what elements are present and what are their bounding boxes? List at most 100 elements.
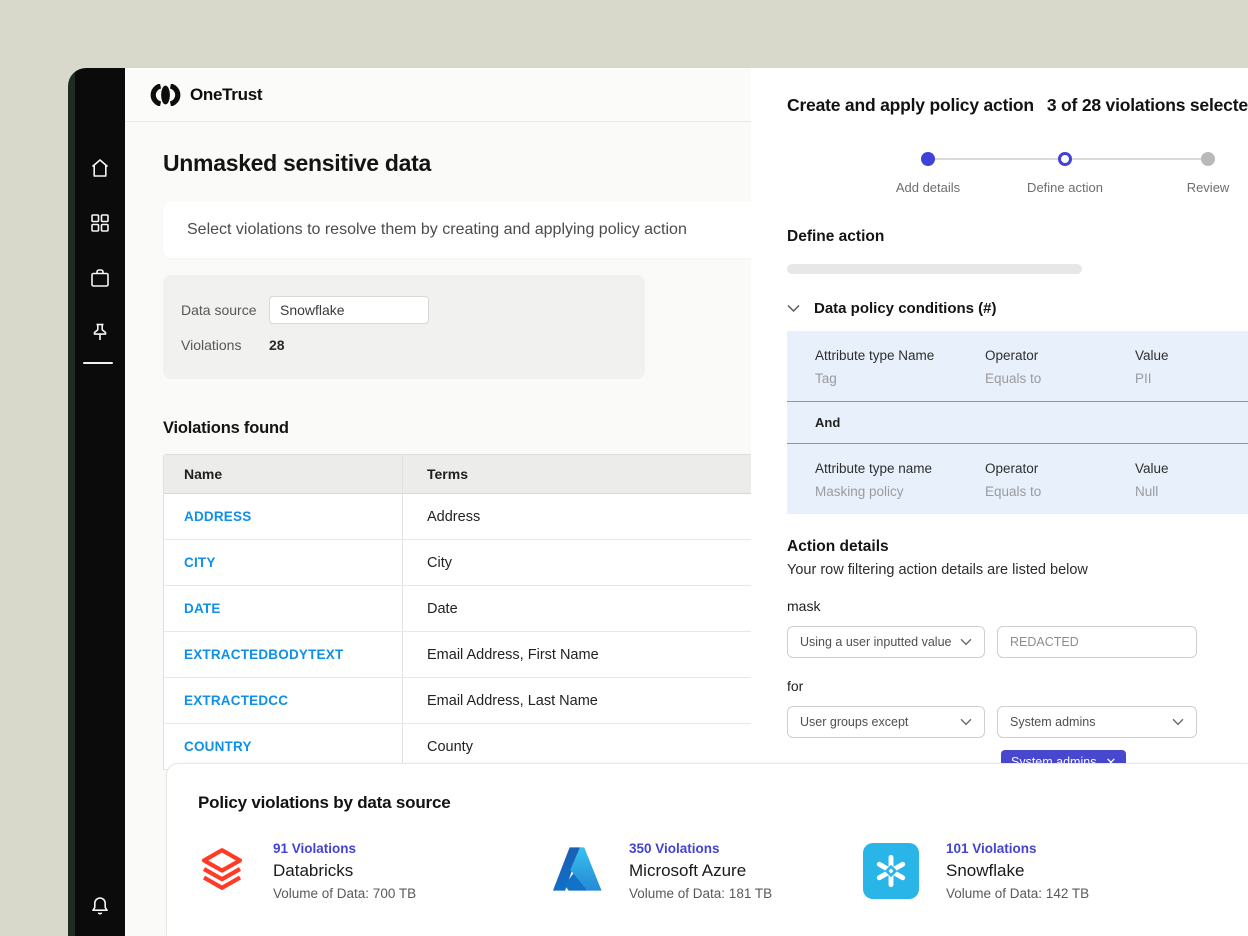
condition-attr-header: Attribute type name <box>815 461 985 476</box>
step-connector <box>1072 158 1208 160</box>
databricks-icon <box>198 845 246 898</box>
step-dot-define-action[interactable] <box>1058 152 1072 166</box>
condition-attr-value: Tag <box>815 371 985 386</box>
data-source-label: Data source <box>181 302 269 318</box>
brand-name: OneTrust <box>190 85 262 105</box>
mask-method-select[interactable]: Using a user inputted value <box>787 626 985 658</box>
table-row: EXTRACTEDCC Email Address, Last Name <box>164 678 802 724</box>
datasource-card-snowflake[interactable]: 101 Violations Snowflake Volume of Data:… <box>863 841 1089 901</box>
datasource-name: Snowflake <box>946 861 1089 881</box>
app-window: OneTrust Unmasked sensitive data Select … <box>68 68 1248 936</box>
mask-label: mask <box>787 598 1248 614</box>
mask-method-value: Using a user inputted value <box>800 635 951 649</box>
chevron-down-icon <box>1172 718 1184 726</box>
for-method-value: User groups except <box>800 715 908 729</box>
table-header-row: Name Terms <box>164 455 802 494</box>
datasource-card-databricks[interactable]: 91 Violations Databricks Volume of Data:… <box>198 841 548 901</box>
for-method-select[interactable]: User groups except <box>787 706 985 738</box>
violation-terms: Email Address, First Name <box>427 647 599 663</box>
condition-connector: And <box>787 401 1248 444</box>
summary-card: Data source Snowflake Violations 28 <box>163 275 645 379</box>
loading-skeleton-bar <box>787 264 1082 274</box>
table-row: CITY City <box>164 540 802 586</box>
snowflake-icon <box>863 843 919 899</box>
page-title: Unmasked sensitive data <box>163 150 765 177</box>
violation-name-link[interactable]: COUNTRY <box>184 739 252 754</box>
conditions-box: Attribute type Name Tag Operator Equals to… <box>787 331 1248 514</box>
violation-name-link[interactable]: DATE <box>184 601 221 616</box>
table-row: DATE Date <box>164 586 802 632</box>
conditions-title: Data policy conditions (#) <box>814 300 997 317</box>
home-icon[interactable] <box>88 156 112 180</box>
chevron-down-icon <box>787 304 800 313</box>
condition-attr-value: Masking policy <box>815 484 985 499</box>
step-dot-add-details[interactable] <box>921 152 935 166</box>
condition-op-value: Equals to <box>985 371 1135 386</box>
violations-count: 28 <box>269 337 285 353</box>
step-dot-review[interactable] <box>1201 152 1215 166</box>
mask-value-input[interactable]: REDACTED <box>997 626 1197 658</box>
datasource-volume: Volume of Data: 181 TB <box>629 886 772 901</box>
conditions-accordion-toggle[interactable]: Data policy conditions (#) <box>787 300 1248 317</box>
condition-value-header: Value <box>1135 461 1248 476</box>
violations-table-title: Violations found <box>163 419 765 438</box>
violation-terms: Email Address, Last Name <box>427 693 598 709</box>
condition-row: Attribute type Name Tag Operator Equals to… <box>787 331 1248 401</box>
wizard-title: Create and apply policy action 3 of 28 vi… <box>787 95 1248 116</box>
bell-icon[interactable] <box>88 894 112 918</box>
step-connector <box>928 158 1065 160</box>
datasource-card-azure[interactable]: 350 Violations Microsoft Azure Volume of… <box>548 841 863 901</box>
condition-value-header: Value <box>1135 348 1248 363</box>
wizard-title-text: Create and apply policy action <box>787 95 1034 115</box>
datasource-violations[interactable]: 101 Violations <box>946 841 1089 856</box>
chevron-down-icon <box>960 638 972 646</box>
instruction-banner: Select violations to resolve them by cre… <box>163 202 813 258</box>
define-action-heading: Define action <box>787 228 1248 246</box>
datasource-name: Databricks <box>273 861 416 881</box>
chevron-down-icon <box>960 718 972 726</box>
onetrust-logo-icon <box>150 84 181 106</box>
workspace-icon[interactable] <box>88 266 112 290</box>
pin-icon[interactable] <box>88 321 112 345</box>
apps-icon[interactable] <box>88 211 112 235</box>
for-value-select[interactable]: System admins <box>997 706 1197 738</box>
datasource-volume: Volume of Data: 142 TB <box>946 886 1089 901</box>
datasource-summary-panel: Policy violations by data source 91 Viol… <box>166 763 1248 936</box>
brand[interactable]: OneTrust <box>150 84 262 106</box>
violation-name-link[interactable]: EXTRACTEDCC <box>184 693 288 708</box>
top-bar: OneTrust <box>125 68 765 122</box>
condition-op-header: Operator <box>985 461 1135 476</box>
action-details-title: Action details <box>787 538 1248 556</box>
azure-icon <box>548 842 602 901</box>
condition-value-value: PII <box>1135 371 1248 386</box>
condition-attr-header: Attribute type Name <box>815 348 985 363</box>
violation-terms: Date <box>427 601 458 617</box>
condition-row: Attribute type name Masking policy Operat… <box>787 444 1248 514</box>
rail-divider <box>83 362 113 364</box>
app-rail <box>68 68 125 936</box>
datasource-volume: Volume of Data: 700 TB <box>273 886 416 901</box>
step-label: Define action <box>1027 180 1103 195</box>
data-source-input[interactable]: Snowflake <box>269 296 429 324</box>
datasource-name: Microsoft Azure <box>629 861 772 881</box>
violation-name-link[interactable]: CITY <box>184 555 216 570</box>
violation-terms: Address <box>427 509 480 525</box>
violation-terms: County <box>427 739 473 755</box>
selection-status: 3 of 28 violations selected <box>1047 95 1248 115</box>
condition-op-header: Operator <box>985 348 1135 363</box>
datasource-panel-title: Policy violations by data source <box>198 793 1248 813</box>
condition-op-value: Equals to <box>985 484 1135 499</box>
table-row: EXTRACTEDBODYTEXT Email Address, First N… <box>164 632 802 678</box>
violation-name-link[interactable]: ADDRESS <box>184 509 251 524</box>
column-header-terms: Terms <box>403 466 802 482</box>
wizard-stepper: Add details Define action Review <box>787 152 1248 220</box>
datasource-violations[interactable]: 350 Violations <box>629 841 772 856</box>
step-label: Review <box>1187 180 1230 195</box>
action-details-subtitle: Your row filtering action details are li… <box>787 562 1248 578</box>
for-label: for <box>787 678 1248 694</box>
for-value-value: System admins <box>1010 715 1095 729</box>
step-label: Add details <box>896 180 960 195</box>
datasource-violations[interactable]: 91 Violations <box>273 841 416 856</box>
column-header-name: Name <box>164 455 403 493</box>
violation-name-link[interactable]: EXTRACTEDBODYTEXT <box>184 647 343 662</box>
